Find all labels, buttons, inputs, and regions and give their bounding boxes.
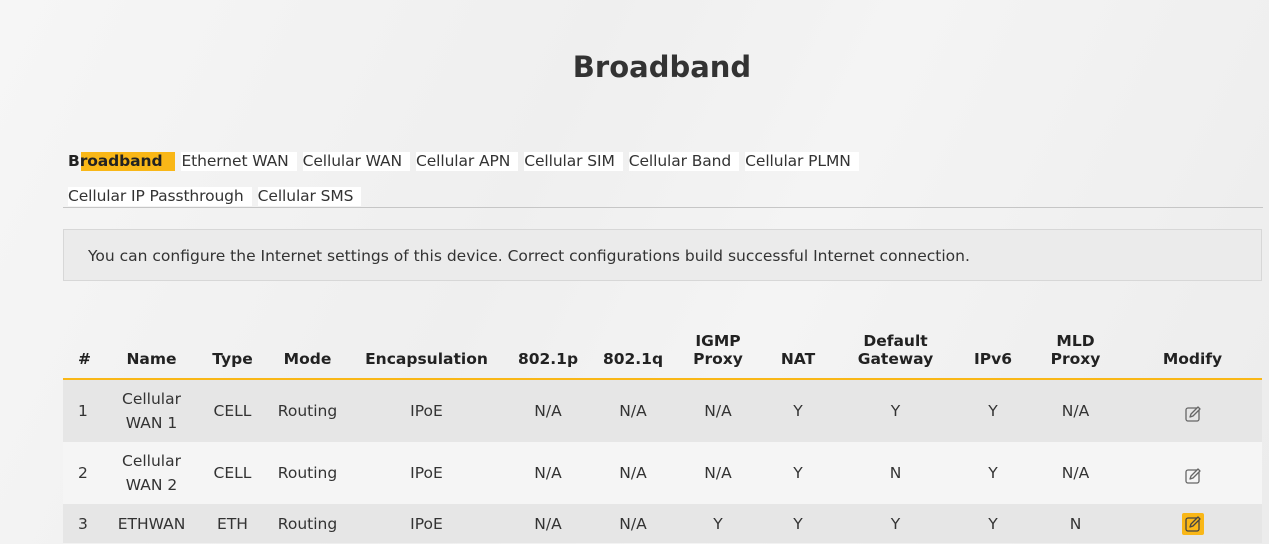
tab-broadband[interactable]: Broadband [68,152,176,171]
header-default-gateway-line1: Default [863,332,928,350]
tab-ethernet-wan[interactable]: Ethernet WAN [181,152,297,171]
cell-type: CELL [213,402,252,420]
cell-name-line1: Cellular [122,452,181,470]
cell-mode: Routing [277,402,338,420]
cell-ipv6: Y [988,464,998,482]
cell-ipv6: Y [988,402,998,420]
tab-cellular-ip-passthrough[interactable]: Cellular IP Passthrough [68,187,252,206]
cell-mode: Routing [277,464,338,482]
cell-8021q: N/A [619,402,647,420]
info-text: You can configure the Internet settings … [88,247,970,265]
tabs-divider [63,207,1263,208]
header-mld-proxy-line2: Proxy [1050,350,1101,368]
cell-encapsulation: IPoE [410,402,443,420]
cell-name: Cellular WAN 1 [103,379,200,442]
header-igmp-proxy-line1: IGMP [695,332,741,350]
edit-icon[interactable] [1181,512,1204,535]
table-row: 3 ETHWAN ETH Routing IPoE N/A N/A Y Y Y … [63,504,1262,543]
header-mld-proxy: MLD Proxy [1028,312,1123,380]
cell-nat: Y [793,514,803,533]
info-box: You can configure the Internet settings … [63,229,1262,281]
cell-name-line2: WAN 2 [125,476,178,494]
broadband-page: Broadband Broadband Ethernet WAN Cellula… [0,0,1269,544]
cell-mld-proxy: N [1069,514,1082,533]
cell-name-line2: WAN 1 [125,414,178,432]
header-igmp-proxy-line2: Proxy [693,350,743,368]
tab-cellular-plmn[interactable]: Cellular PLMN [745,152,859,171]
tab-cellular-band[interactable]: Cellular Band [628,152,740,171]
cell-mld-proxy: N/A [1061,402,1090,420]
header-nat: NAT [763,312,833,380]
tab-bar-row-2: Cellular IP Passthrough Cellular SMS [68,187,367,206]
wan-table: # Name Type Mode Encapsulation 802.1p 80… [63,312,1262,543]
tab-cellular-sms[interactable]: Cellular SMS [257,187,362,206]
tab-cellular-apn[interactable]: Cellular APN [416,152,519,171]
cell-default-gateway: Y [890,514,901,533]
cell-8021p: N/A [534,464,562,482]
header-type: Type [200,312,265,380]
header-encapsulation: Encapsulation [350,312,503,380]
cell-default-gateway: N [889,464,902,482]
cell-mode: Routing [277,514,338,533]
header-8021q: 802.1q [593,312,673,380]
tab-cellular-sim[interactable]: Cellular SIM [524,152,623,171]
header-mode: Mode [265,312,350,380]
edit-icon[interactable] [1182,465,1204,487]
cell-default-gateway: Y [890,402,901,420]
cell-num: 2 [78,464,88,482]
table-row: 2 Cellular WAN 2 CELL Routing IPoE N/A N/… [63,442,1262,504]
header-default-gateway: Default Gateway [833,312,958,380]
edit-icon[interactable] [1182,403,1204,425]
table-header-row: # Name Type Mode Encapsulation 802.1p 80… [63,312,1262,380]
cell-modify [1123,379,1262,442]
cell-mld-proxy: N/A [1061,464,1090,482]
cell-name: ETHWAN [117,514,186,533]
cell-8021q: N/A [619,514,647,533]
cell-igmp-proxy: N/A [704,464,732,482]
header-modify: Modify [1123,312,1262,380]
cell-encapsulation: IPoE [410,514,443,533]
cell-name: Cellular WAN 2 [103,442,200,504]
header-mld-proxy-line1: MLD [1056,332,1095,350]
header-num: # [63,312,103,380]
cell-igmp-proxy: Y [713,514,723,533]
cell-8021p: N/A [534,514,562,533]
table-row: 1 Cellular WAN 1 CELL Routing IPoE N/A N/… [63,379,1262,442]
cell-modify [1123,442,1262,504]
cell-encapsulation: IPoE [410,464,443,482]
page-title: Broadband [572,50,752,84]
cell-name-line1: Cellular [122,390,181,408]
header-igmp-proxy: IGMP Proxy [673,312,763,380]
tab-bar-row-1: Broadband Ethernet WAN Cellular WAN Cell… [68,152,865,171]
cell-nat: Y [793,464,803,482]
cell-ipv6: Y [988,514,998,533]
cell-num: 1 [78,402,88,420]
cell-igmp-proxy: N/A [704,402,732,420]
header-8021p: 802.1p [503,312,593,380]
header-default-gateway-line2: Gateway [857,350,934,368]
header-ipv6: IPv6 [958,312,1028,380]
cell-modify [1123,504,1262,543]
cell-type: CELL [213,464,252,482]
cell-8021p: N/A [534,402,562,420]
cell-num: 3 [78,514,88,533]
cell-nat: Y [793,402,803,420]
cell-type: ETH [217,514,248,533]
tab-cellular-wan[interactable]: Cellular WAN [302,152,411,171]
header-name: Name [103,312,200,380]
cell-8021q: N/A [619,464,647,482]
